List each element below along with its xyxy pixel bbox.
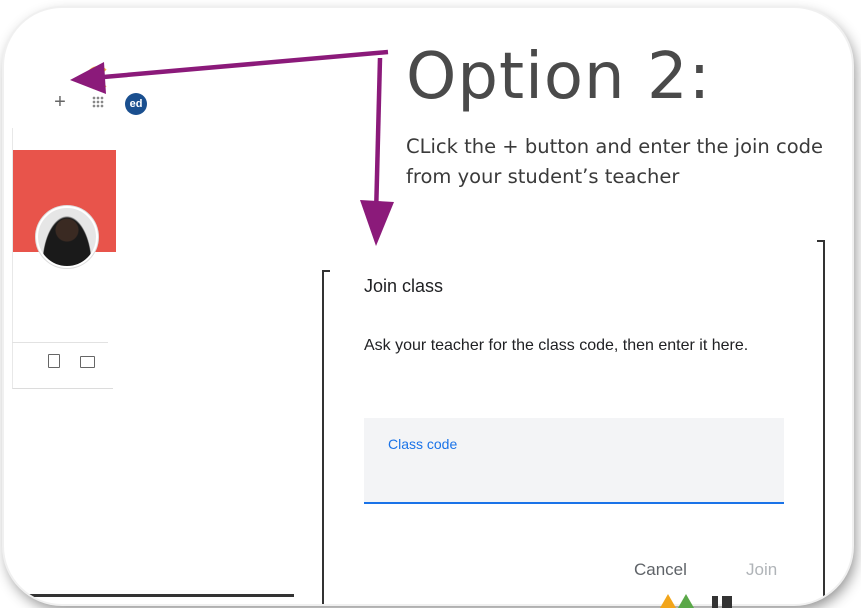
arrowhead-plus [70, 62, 106, 94]
annotation-arrows [70, 49, 394, 246]
arrow-to-dialog [373, 57, 383, 217]
brand-logo [660, 594, 732, 608]
arrowhead-dialog [360, 200, 394, 246]
arrow-to-plus-icon [91, 49, 389, 81]
